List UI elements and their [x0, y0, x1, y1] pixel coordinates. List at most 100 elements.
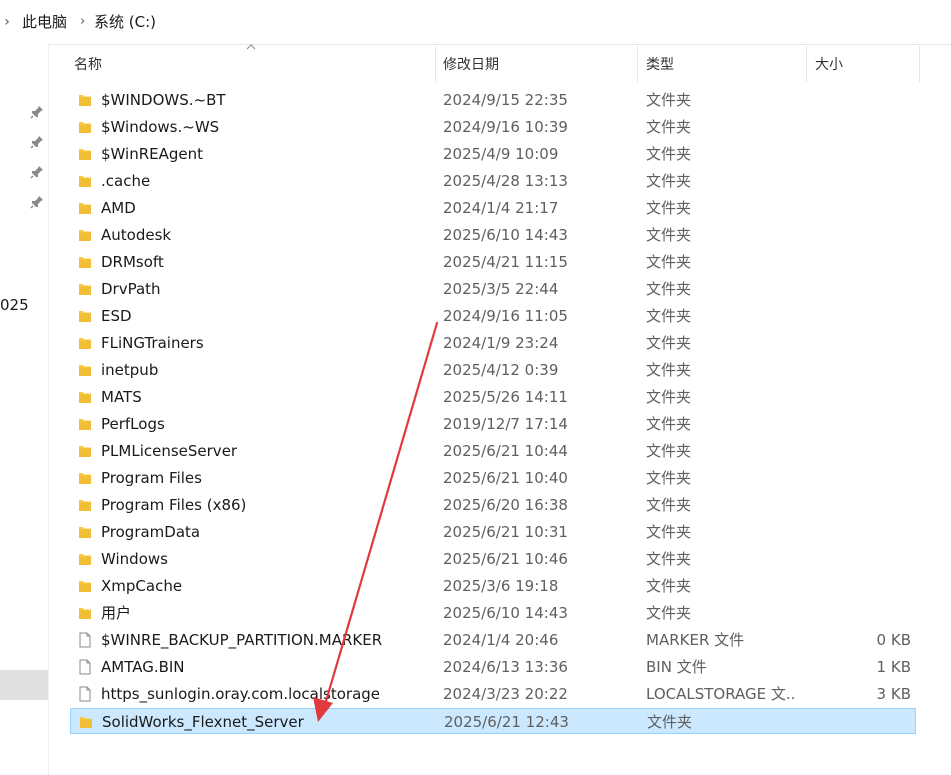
list-item[interactable]: ProgramData 2025/6/21 10:31 文件夹 [70, 519, 916, 545]
item-date: 2024/9/16 11:05 [443, 307, 568, 325]
file-icon [78, 632, 92, 648]
item-name: Program Files [101, 469, 202, 487]
column-header-name[interactable]: 名称 [74, 54, 102, 76]
item-date: 2025/4/9 10:09 [443, 145, 559, 163]
list-item[interactable]: DrvPath 2025/3/5 22:44 文件夹 [70, 276, 916, 302]
address-bar[interactable]: › 此电脑 › 系统 (C:) [0, 0, 951, 45]
list-item[interactable]: $WinREAgent 2025/4/9 10:09 文件夹 [70, 141, 916, 167]
item-type: 文件夹 [647, 713, 693, 731]
pin-icon[interactable] [30, 134, 44, 149]
list-item[interactable]: $WINRE_BACKUP_PARTITION.MARKER 2024/1/4 2… [70, 627, 916, 653]
folder-icon [78, 335, 92, 351]
column-header-size[interactable]: 大小 [815, 54, 843, 76]
column-header-date[interactable]: 修改日期 [443, 54, 499, 76]
item-size: 0 KB [876, 631, 911, 649]
chevron-right-icon[interactable]: › [80, 10, 85, 34]
list-item[interactable]: inetpub 2025/4/12 0:39 文件夹 [70, 357, 916, 383]
item-type: LOCALSTORAGE 文... [646, 685, 796, 703]
item-name: DRMsoft [101, 253, 164, 271]
list-item[interactable]: XmpCache 2025/3/6 19:18 文件夹 [70, 573, 916, 599]
item-type: 文件夹 [646, 253, 692, 271]
item-type: 文件夹 [646, 199, 692, 217]
folder-icon [78, 578, 92, 594]
list-item[interactable]: $WINDOWS.~BT 2024/9/15 22:35 文件夹 [70, 87, 916, 113]
list-item[interactable]: $Windows.~WS 2024/9/16 10:39 文件夹 [70, 114, 916, 140]
pin-icon[interactable] [30, 164, 44, 179]
item-name: 用户 [101, 604, 132, 622]
column-divider[interactable] [637, 46, 638, 82]
item-type: 文件夹 [646, 604, 692, 622]
folder-icon [78, 470, 92, 486]
column-header-bar: 名称 修改日期 类型 大小 [48, 44, 951, 84]
item-date: 2025/6/21 10:31 [443, 523, 568, 541]
list-item[interactable]: PLMLicenseServer 2025/6/21 10:44 文件夹 [70, 438, 916, 464]
list-item[interactable]: Autodesk 2025/6/10 14:43 文件夹 [70, 222, 916, 248]
item-type: 文件夹 [646, 496, 692, 514]
list-item[interactable]: 用户 2025/6/10 14:43 文件夹 [70, 600, 916, 626]
item-name: $WINDOWS.~BT [101, 91, 226, 109]
item-name: inetpub [101, 361, 159, 379]
list-item[interactable]: FLiNGTrainers 2024/1/9 23:24 文件夹 [70, 330, 916, 356]
item-date: 2025/6/21 10:46 [443, 550, 568, 568]
list-item[interactable]: .cache 2025/4/28 13:13 文件夹 [70, 168, 916, 194]
chevron-right-icon[interactable]: › [0, 10, 14, 34]
column-header-type[interactable]: 类型 [646, 54, 674, 76]
folder-icon [78, 362, 92, 378]
item-type: 文件夹 [646, 361, 692, 379]
item-type: 文件夹 [646, 280, 692, 298]
item-name: MATS [101, 388, 142, 406]
list-item[interactable]: Program Files 2025/6/21 10:40 文件夹 [70, 465, 916, 491]
pin-icon[interactable] [30, 104, 44, 119]
item-name: $WINRE_BACKUP_PARTITION.MARKER [101, 631, 383, 649]
item-date: 2025/6/21 10:40 [443, 469, 568, 487]
item-size: 3 KB [876, 685, 911, 703]
breadcrumb-system-drive[interactable]: 系统 (C:) [94, 10, 156, 34]
list-item[interactable]: DRMsoft 2025/4/21 11:15 文件夹 [70, 249, 916, 275]
item-date: 2024/1/9 23:24 [443, 334, 559, 352]
folder-icon [78, 308, 92, 324]
list-item[interactable]: Program Files (x86) 2025/6/20 16:38 文件夹 [70, 492, 916, 518]
nav-selected-item[interactable] [0, 670, 48, 700]
item-date: 2025/3/6 19:18 [443, 577, 559, 595]
item-date: 2024/9/15 22:35 [443, 91, 568, 109]
item-type: 文件夹 [646, 91, 692, 109]
item-date: 2025/5/26 14:11 [443, 388, 568, 406]
item-name: PLMLicenseServer [101, 442, 238, 460]
nav-item-label[interactable]: 025 [0, 296, 29, 314]
pin-icon[interactable] [30, 194, 44, 209]
column-divider[interactable] [919, 46, 920, 82]
column-divider[interactable] [435, 46, 436, 82]
item-name: AMD [101, 199, 136, 217]
folder-icon [78, 389, 92, 405]
item-type: 文件夹 [646, 145, 692, 163]
folder-icon [78, 416, 92, 432]
item-name: Windows [101, 550, 168, 568]
breadcrumb-this-pc[interactable]: 此电脑 [22, 10, 67, 34]
list-item[interactable]: https_sunlogin.oray.com.localstorage 2024… [70, 681, 916, 707]
item-date: 2025/6/10 14:43 [443, 226, 568, 244]
item-type: 文件夹 [646, 172, 692, 190]
item-date: 2025/6/20 16:38 [443, 496, 568, 514]
item-name: $Windows.~WS [101, 118, 220, 136]
item-type: 文件夹 [646, 577, 692, 595]
folder-icon [78, 173, 92, 189]
item-name: Program Files (x86) [101, 496, 247, 514]
item-date: 2025/3/5 22:44 [443, 280, 559, 298]
list-item[interactable]: Windows 2025/6/21 10:46 文件夹 [70, 546, 916, 572]
folder-icon [78, 524, 92, 540]
folder-icon [78, 605, 92, 621]
item-date: 2024/1/4 21:17 [443, 199, 559, 217]
item-name: SolidWorks_Flexnet_Server [102, 713, 304, 731]
list-item[interactable]: MATS 2025/5/26 14:11 文件夹 [70, 384, 916, 410]
column-divider[interactable] [806, 46, 807, 82]
list-item[interactable]: PerfLogs 2019/12/7 17:14 文件夹 [70, 411, 916, 437]
list-item[interactable]: AMTAG.BIN 2024/6/13 13:36 BIN 文件 1 KB [70, 654, 916, 680]
list-item[interactable]: AMD 2024/1/4 21:17 文件夹 [70, 195, 916, 221]
item-date: 2025/6/10 14:43 [443, 604, 568, 622]
item-date: 2024/9/16 10:39 [443, 118, 568, 136]
item-name: AMTAG.BIN [101, 658, 185, 676]
list-item[interactable]: ESD 2024/9/16 11:05 文件夹 [70, 303, 916, 329]
list-item[interactable]: SolidWorks_Flexnet_Server 2025/6/21 12:43… [70, 708, 916, 734]
item-type: BIN 文件 [646, 658, 707, 676]
item-date: 2024/6/13 13:36 [443, 658, 568, 676]
